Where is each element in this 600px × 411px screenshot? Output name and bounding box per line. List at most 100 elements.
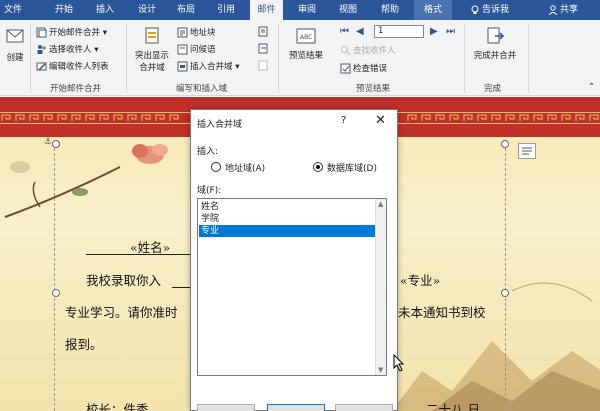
group-label-finish: 完成	[484, 84, 502, 94]
select-recipients-button[interactable]: 选择收件人 ▾	[36, 43, 98, 55]
radio-address-label[interactable]: 地址域(A)	[225, 161, 265, 174]
radio-database-fields[interactable]	[313, 162, 323, 172]
highlight-fields-icon	[145, 27, 159, 44]
insert-merge-field-label: 插入合并域	[190, 62, 233, 72]
start-mail-merge-label: 开始邮件合并	[49, 28, 101, 38]
tab-review[interactable]: 审阅	[293, 0, 321, 20]
edit-list-icon	[36, 62, 47, 71]
tab-layout[interactable]: 布局	[172, 0, 200, 20]
highlight-fields-label-1: 突出显示	[134, 51, 169, 61]
tab-file[interactable]: 文件	[0, 0, 26, 20]
group-label-start-merge: 开始邮件合并	[50, 84, 102, 94]
tab-references[interactable]: 引用	[212, 0, 240, 20]
listbox-scrollbar[interactable]: ▲ ▼	[375, 199, 386, 375]
address-block-icon	[177, 27, 188, 38]
people-icon	[37, 45, 46, 54]
layout-options-icon[interactable]	[518, 143, 536, 159]
list-item[interactable]: 学院	[199, 213, 376, 225]
help-button[interactable]: ?	[341, 115, 346, 126]
person-icon	[548, 4, 558, 15]
tab-view[interactable]: 视图	[334, 0, 362, 20]
rules-icon-button[interactable]	[258, 26, 270, 40]
envelope-icon	[6, 29, 24, 43]
address-block-label: 地址块	[190, 28, 216, 38]
record-number-input[interactable]: 1	[374, 25, 424, 38]
cancel-button[interactable]	[335, 404, 393, 411]
separator	[464, 24, 465, 92]
preview-abc-icon: ABC	[296, 28, 316, 44]
tab-format[interactable]: 格式	[414, 0, 452, 20]
list-item[interactable]: 姓名	[199, 201, 376, 213]
rules-icon	[258, 26, 268, 37]
select-recipients-label: 选择收件人	[49, 45, 92, 55]
separator	[278, 24, 279, 92]
collapse-ribbon-button[interactable]: ⌃	[588, 82, 595, 92]
fields-listbox[interactable]: 姓名 学院 专业 ▲ ▼	[197, 198, 387, 376]
greeting-line-label: 问候语	[190, 45, 216, 55]
list-item[interactable]: 专业	[199, 225, 376, 237]
start-mail-merge-button[interactable]: 开始邮件合并 ▾	[36, 26, 107, 38]
match-fields-icon	[258, 43, 268, 54]
update-labels-icon-button[interactable]	[258, 60, 270, 74]
last-record-button[interactable]: ⏭	[446, 26, 455, 37]
tell-me-label: 告诉我	[482, 5, 510, 15]
greeting-line-button[interactable]: 问候语	[177, 43, 216, 55]
check-errors-button[interactable]: 检查错误	[340, 62, 387, 74]
find-recipient-label: 查找收件人	[353, 46, 396, 56]
mouse-cursor-icon	[393, 354, 405, 372]
insert-button[interactable]	[267, 404, 325, 411]
finish-merge-label: 完成并合并	[473, 51, 517, 61]
scroll-up-icon[interactable]: ▲	[378, 200, 383, 208]
preview-results-button[interactable]: ABC 预览结果	[284, 26, 328, 61]
separator	[126, 24, 127, 92]
previous-record-button[interactable]: ◀	[356, 26, 364, 37]
ribbon-tab-bar: 文件 开始 插入 设计 布局 引用 邮件 审阅 视图 帮助 格式 告诉我 共享	[0, 0, 600, 20]
fields-label: 域(F):	[197, 186, 222, 196]
insert-field-icon	[177, 61, 188, 72]
preview-results-label: 预览结果	[288, 51, 323, 61]
dialog-title: 插入合并域	[197, 120, 243, 130]
first-record-button[interactable]: ⏮	[340, 26, 349, 37]
next-record-button[interactable]: ▶	[430, 26, 438, 37]
match-fields-button[interactable]	[197, 404, 255, 411]
tell-me-search[interactable]: 告诉我	[470, 0, 509, 20]
close-icon[interactable]: ✕	[375, 113, 386, 128]
check-errors-label: 检查错误	[353, 64, 388, 74]
greeting-icon	[177, 44, 188, 55]
radio-address-fields[interactable]	[211, 162, 221, 172]
radio-database-label[interactable]: 数据库域(D)	[327, 161, 377, 174]
tab-help[interactable]: 帮助	[376, 0, 404, 20]
update-labels-icon	[258, 60, 268, 71]
tab-insert[interactable]: 插入	[91, 0, 119, 20]
anchor-icon: ⚓	[44, 137, 53, 147]
share-label: 共享	[560, 5, 579, 15]
finish-and-merge-button[interactable]: 完成并合并	[468, 26, 522, 61]
create-button[interactable]: 创建	[2, 26, 28, 63]
finish-merge-icon	[487, 27, 505, 44]
edit-recipient-list-label: 编辑收件人列表	[49, 62, 109, 72]
insert-merge-field-button[interactable]: 插入合并域 ▾	[177, 60, 239, 72]
ribbon-mailings: 创建 开始邮件合并 ▾ 选择收件人 ▾ 编辑收件人列表 开始邮件合并 突出显示 …	[0, 20, 600, 96]
group-label-write-insert: 编写和插入域	[176, 84, 228, 94]
find-recipient-button[interactable]: 查找收件人	[340, 44, 396, 56]
document-merge-icon	[36, 27, 47, 38]
highlight-fields-label-2: 合并域	[139, 63, 165, 73]
lightbulb-icon	[471, 5, 479, 14]
svg-text:ABC: ABC	[300, 34, 312, 41]
check-errors-icon	[340, 63, 351, 74]
find-recipient-icon	[341, 46, 351, 56]
insert-label: 插入:	[197, 147, 219, 157]
scroll-down-icon[interactable]: ▼	[378, 366, 383, 374]
highlight-merge-fields-button[interactable]: 突出显示 合并域	[132, 26, 172, 73]
insert-merge-field-dialog: 插入合并域 ? ✕ 插入: 地址域(A) 数据库域(D) 域(F): 姓名 学院…	[190, 109, 398, 411]
separator	[30, 24, 31, 92]
tab-mailings[interactable]: 邮件	[250, 0, 283, 20]
share-button[interactable]: 共享	[548, 0, 578, 20]
create-label: 创建	[6, 53, 24, 63]
match-fields-icon-button[interactable]	[258, 43, 270, 57]
tab-home[interactable]: 开始	[50, 0, 78, 20]
tab-design[interactable]: 设计	[133, 0, 161, 20]
address-block-button[interactable]: 地址块	[177, 26, 216, 38]
edit-recipient-list-button[interactable]: 编辑收件人列表	[36, 60, 109, 72]
group-label-preview: 预览结果	[356, 84, 391, 94]
